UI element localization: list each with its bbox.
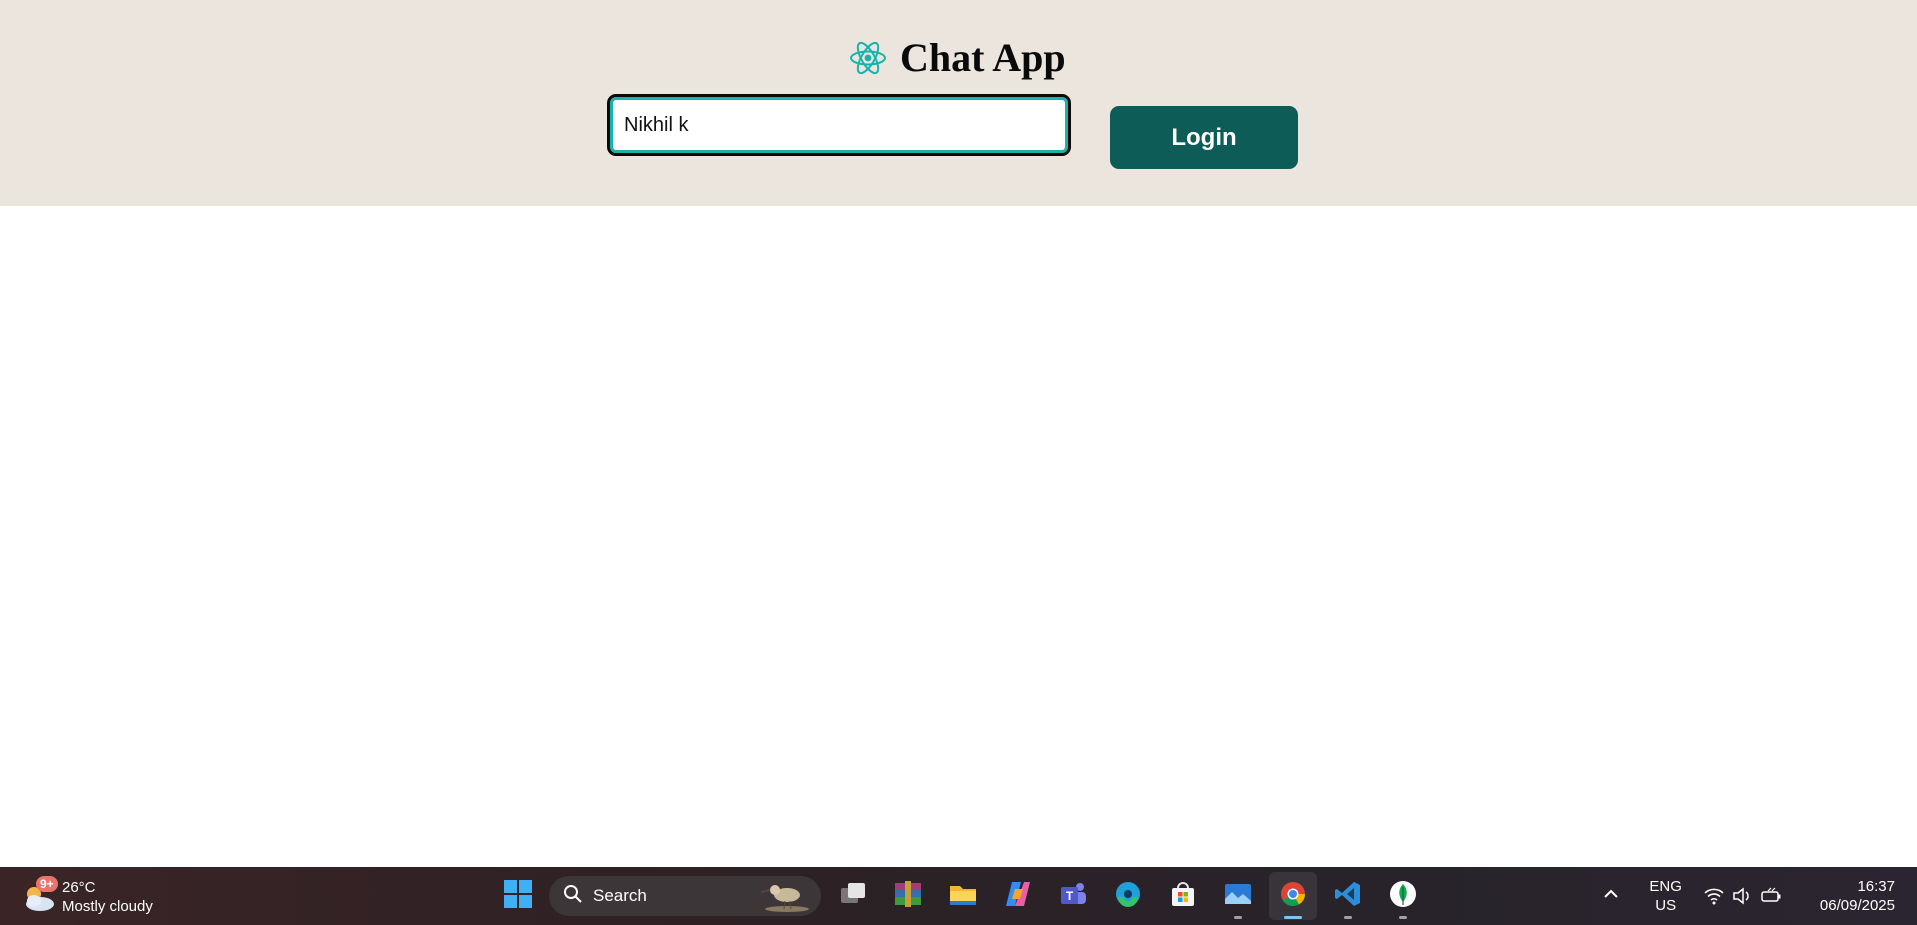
vscode-button[interactable] [1324,872,1372,920]
search-icon [563,884,583,909]
bird-illustration-icon [759,879,811,918]
app-header: Chat App Login [0,0,1917,206]
react-atom-icon [848,38,888,78]
winrar-icon [893,879,923,914]
winrar-button[interactable] [884,872,932,920]
wifi-icon [1704,887,1724,905]
running-indicator [1399,916,1407,919]
brand: Chat App [848,34,1066,82]
chrome-icon [1278,879,1308,914]
photos-icon [1223,879,1253,914]
chevron-up-icon[interactable] [1603,886,1619,907]
edge-button[interactable] [1104,872,1152,920]
volume-icon [1732,887,1752,905]
weather-condition: Mostly cloudy [62,898,153,915]
cloud-sun-icon: 9+ [20,876,58,916]
mongodb-leaf-icon [1388,879,1418,914]
taskbar: 9+ 26°C Mostly cloudy Search T ENG US 16… [0,867,1917,925]
weather-badge: 9+ [36,876,58,892]
teams-icon: T [1058,879,1088,914]
photos-button[interactable] [1214,872,1262,920]
main-content [0,206,1917,867]
store-icon [1168,879,1198,914]
mongodb-compass-button[interactable] [1379,872,1427,920]
start-button[interactable] [494,872,542,920]
task-view-button[interactable] [829,872,877,920]
windows-logo-icon [503,879,533,914]
system-tray: ENG US 16:37 06/09/2025 [1603,867,1917,925]
chrome-button[interactable] [1269,872,1317,920]
quick-settings[interactable] [1704,887,1790,905]
weather-widget[interactable]: 9+ 26°C Mostly cloudy [20,875,153,919]
edge-icon [1113,879,1143,914]
active-indicator [1284,916,1302,919]
weather-temperature: 26°C [62,879,96,896]
search-label: Search [593,886,647,905]
folder-icon [948,879,978,914]
vscode-icon [1333,879,1363,914]
copilot-icon [1003,879,1033,914]
task-view-icon [838,879,868,914]
file-explorer-button[interactable] [939,872,987,920]
username-input[interactable] [607,94,1071,156]
copilot-button[interactable] [994,872,1042,920]
battery-icon [1760,887,1782,905]
microsoft-store-button[interactable] [1159,872,1207,920]
region-code: US [1655,897,1677,914]
app-title: Chat App [900,35,1066,80]
clock-time: 16:37 [1857,878,1895,895]
login-button[interactable]: Login [1110,106,1298,169]
running-indicator [1234,916,1242,919]
taskbar-apps: Search T [494,872,1434,920]
svg-text:T: T [1066,889,1074,903]
taskbar-search[interactable]: Search [549,876,821,916]
teams-button[interactable]: T [1049,872,1097,920]
language-code: ENG [1649,878,1682,895]
clock-date: 06/09/2025 [1819,897,1895,914]
language-indicator[interactable]: ENG US [1649,877,1682,915]
clock[interactable]: 16:37 06/09/2025 [1820,877,1895,915]
running-indicator [1344,916,1352,919]
